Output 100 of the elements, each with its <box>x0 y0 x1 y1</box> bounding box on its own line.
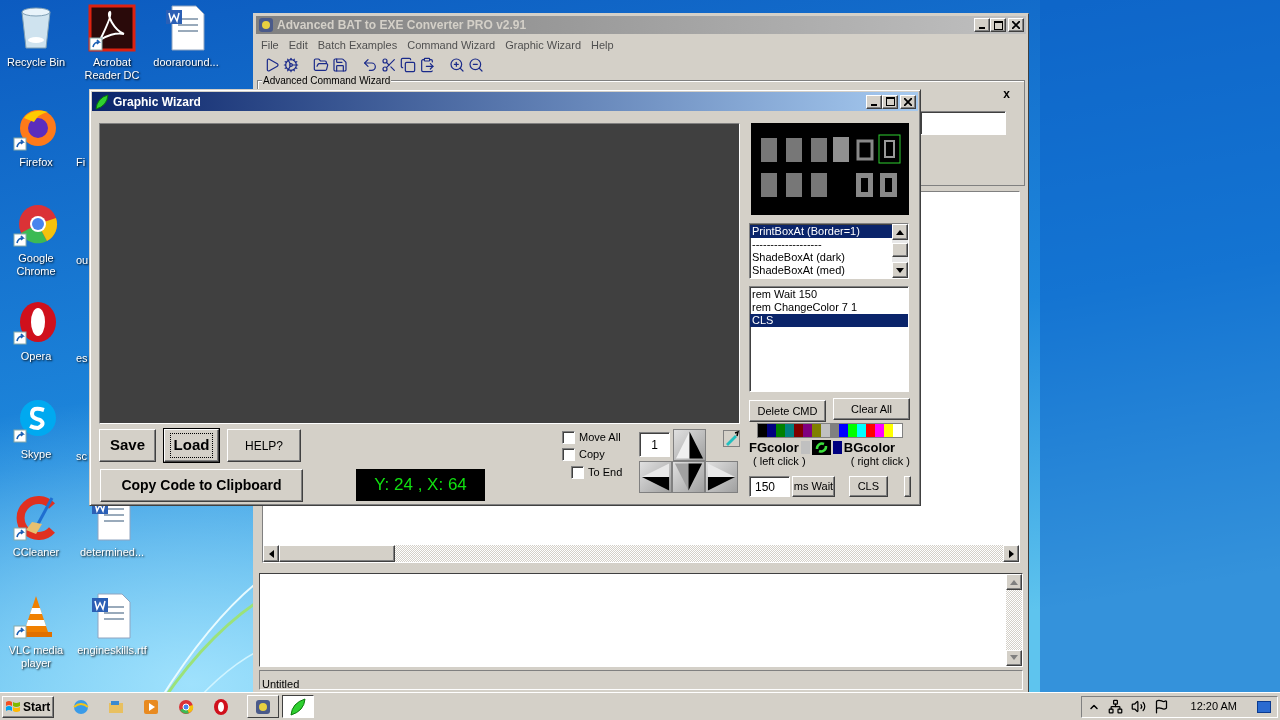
command-list-item[interactable]: ShadeBoxAt (dark) <box>750 251 892 264</box>
paste-icon[interactable] <box>419 57 435 74</box>
gear-icon[interactable] <box>283 57 299 74</box>
start-button[interactable]: Start <box>2 695 54 718</box>
checkbox-label: Move All <box>579 430 621 446</box>
command-list-item[interactable]: PrintBoxAt (Border=1) <box>750 225 892 238</box>
move-left-button[interactable] <box>639 461 672 493</box>
desktop-icon-label[interactable]: Skype <box>20 448 52 461</box>
script-line[interactable]: rem ChangeColor 7 1 <box>750 301 908 314</box>
desktop-icon-label[interactable]: Opera <box>20 350 52 363</box>
move-up-button[interactable] <box>673 429 706 461</box>
copy-code-button[interactable]: Copy Code to Clipboard <box>100 469 303 502</box>
desktop-icon-label[interactable]: es <box>76 352 88 365</box>
scrollbar-thumb[interactable] <box>279 545 395 563</box>
menu-item[interactable]: Help <box>586 36 619 54</box>
scroll-down-button[interactable] <box>1006 649 1022 666</box>
copy-icon[interactable] <box>400 57 416 74</box>
color-swatch[interactable] <box>767 424 776 437</box>
minimize-button[interactable] <box>866 94 882 109</box>
color-swatch[interactable] <box>875 424 884 437</box>
move-down-button[interactable] <box>672 461 705 493</box>
clear-all-button[interactable]: Clear All <box>833 398 910 420</box>
browser-icon[interactable] <box>177 697 195 716</box>
close-button[interactable] <box>1008 18 1024 33</box>
scroll-up-button[interactable] <box>892 224 908 240</box>
menu-item[interactable]: Edit <box>283 36 313 54</box>
pencil-icon[interactable] <box>723 430 740 447</box>
bg-color-label: BGcolor <box>843 440 896 455</box>
color-swatch[interactable] <box>785 424 794 437</box>
desktop-icon-label[interactable]: Recycle Bin <box>6 56 66 69</box>
script-line[interactable]: rem Wait 150 <box>750 288 908 301</box>
windows-flag-icon <box>5 699 21 714</box>
undo-icon[interactable] <box>362 57 378 74</box>
color-swatch[interactable] <box>848 424 857 437</box>
checkbox[interactable] <box>562 431 575 444</box>
menu-item[interactable]: Command Wizard <box>402 36 501 54</box>
zoom-out-icon[interactable] <box>468 57 484 74</box>
color-swatch[interactable] <box>893 424 902 437</box>
move-right-button[interactable] <box>705 461 738 493</box>
gear-icon <box>254 697 272 716</box>
save-button[interactable]: Save <box>99 429 156 462</box>
desktop-icon-label[interactable]: Fi <box>76 156 86 169</box>
color-swatch[interactable] <box>803 424 812 437</box>
minimize-button[interactable] <box>974 18 990 33</box>
desktop-icon-label[interactable]: Acrobat Reader DC <box>76 56 148 82</box>
ring-icon[interactable] <box>212 697 230 716</box>
flag-icon[interactable] <box>1153 699 1169 714</box>
wait-button[interactable]: ms Wait <box>792 476 836 497</box>
scrollbar-thumb[interactable] <box>892 243 908 257</box>
maximize-button[interactable] <box>990 18 1006 33</box>
media-player-icon[interactable] <box>142 697 160 716</box>
folder-icon[interactable] <box>313 57 329 74</box>
close-button[interactable] <box>900 94 916 109</box>
menu-item[interactable]: Batch Examples <box>312 36 403 54</box>
scroll-up-button[interactable] <box>1006 574 1022 591</box>
step-field[interactable]: 1 <box>639 432 670 457</box>
play-icon[interactable] <box>264 57 280 74</box>
zoom-in-icon[interactable] <box>449 57 465 74</box>
network-icon[interactable] <box>1107 699 1123 714</box>
desktop-icon-label[interactable]: dooraround... <box>153 56 219 69</box>
swap-colors-icon[interactable] <box>811 440 831 455</box>
desktop-icon-label[interactable]: Firefox <box>19 156 53 169</box>
desktop-icon-label[interactable]: Google Chrome <box>0 252 72 278</box>
checkbox-label: Copy <box>579 447 605 463</box>
show-desktop-button[interactable] <box>1257 700 1271 713</box>
speaker-icon[interactable] <box>1130 699 1146 714</box>
color-swatch[interactable] <box>857 424 866 437</box>
checkbox[interactable] <box>562 448 575 461</box>
maximize-button[interactable] <box>882 94 898 109</box>
color-swatch[interactable] <box>866 424 875 437</box>
cut-icon[interactable] <box>381 57 397 74</box>
checkbox[interactable] <box>571 466 584 479</box>
scroll-right-button[interactable] <box>1003 545 1019 563</box>
color-swatch[interactable] <box>830 424 839 437</box>
taskbar-app-button[interactable] <box>282 695 314 718</box>
delete-command-button[interactable]: Delete CMD <box>749 400 826 422</box>
desktop-icon-label[interactable]: ou <box>76 254 89 267</box>
color-swatch[interactable] <box>812 424 821 437</box>
color-swatch[interactable] <box>839 424 848 437</box>
scroll-left-button[interactable] <box>263 545 279 563</box>
input-field[interactable] <box>920 111 1006 135</box>
help-button[interactable]: HELP? <box>227 429 301 462</box>
cls-button[interactable]: CLS <box>849 476 888 497</box>
scroll-down-button[interactable] <box>892 262 908 278</box>
color-swatch[interactable] <box>776 424 785 437</box>
color-swatch[interactable] <box>758 424 767 437</box>
desktop-icon-label[interactable]: sc <box>76 450 87 463</box>
color-swatch[interactable] <box>821 424 830 437</box>
load-button[interactable]: Load <box>164 429 219 462</box>
command-list-item[interactable]: ShadeBoxAt (med) <box>750 264 892 277</box>
command-list-item[interactable]: ------------------- <box>750 238 892 251</box>
menu-item[interactable]: File <box>256 36 284 54</box>
color-swatch[interactable] <box>884 424 893 437</box>
panel-close-button[interactable]: x <box>1003 85 1010 103</box>
save-icon[interactable] <box>332 57 348 74</box>
button[interactable] <box>903 476 911 497</box>
color-swatch[interactable] <box>794 424 803 437</box>
menu-item[interactable]: Graphic Wizard <box>500 36 586 54</box>
clock[interactable]: 12:20 AM <box>1190 698 1237 715</box>
wait-field[interactable]: 150 <box>749 476 790 497</box>
